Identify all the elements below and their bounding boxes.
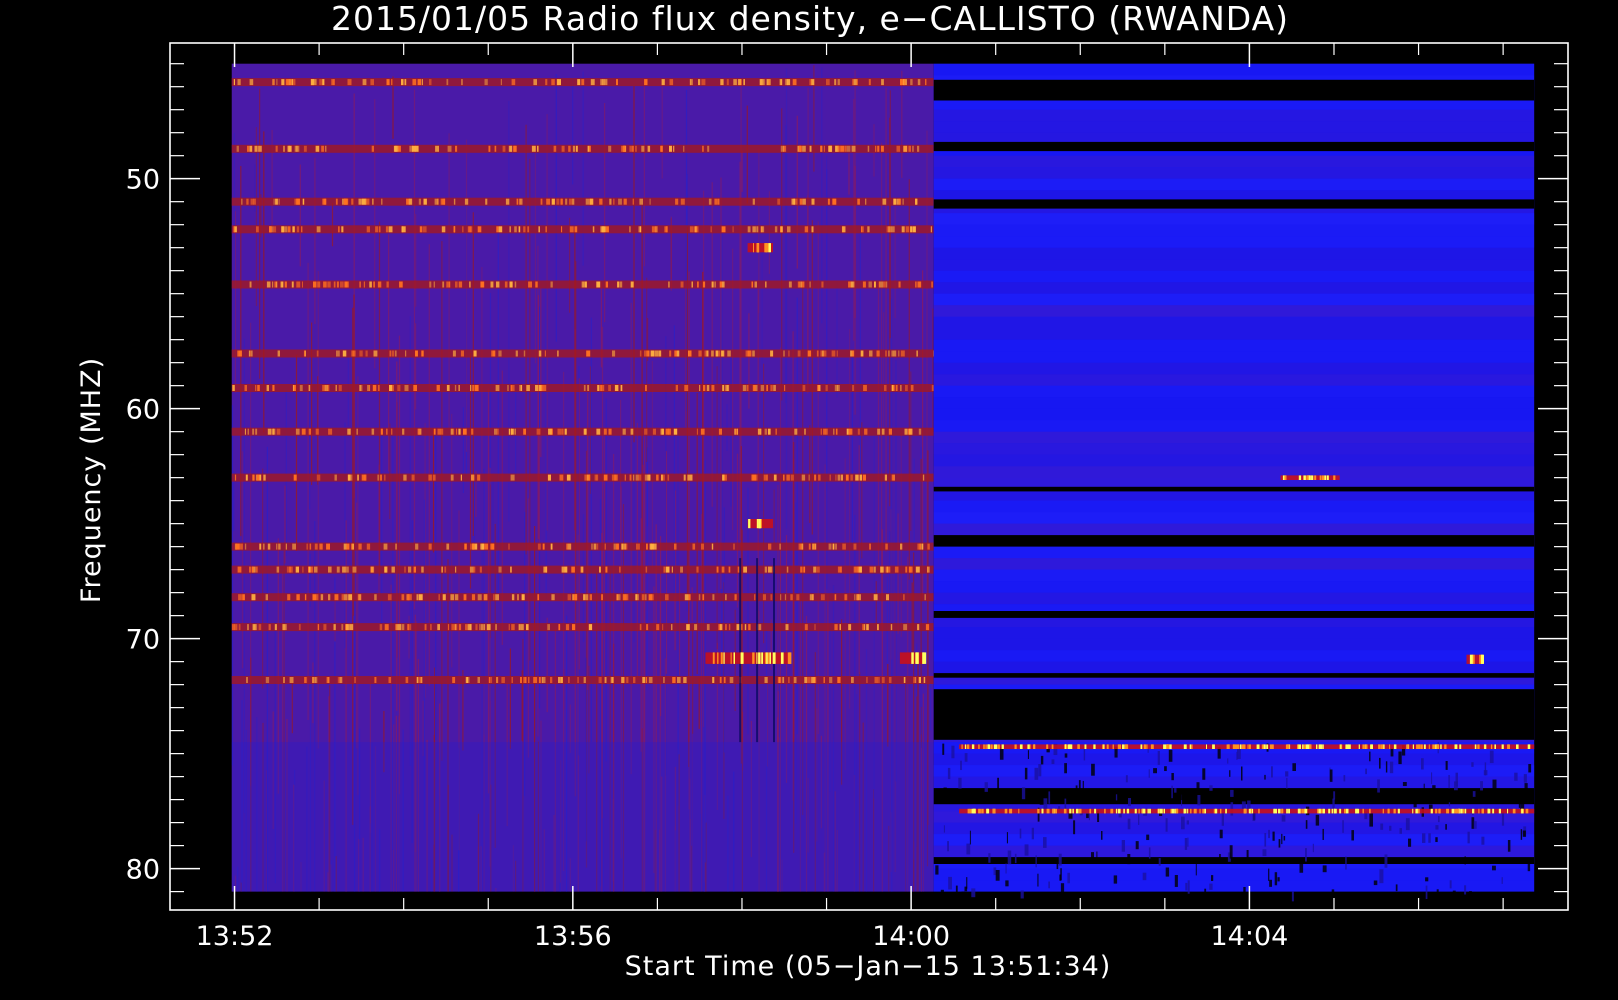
segment-1-band (231, 473, 934, 482)
segment-1-band (231, 565, 934, 574)
segment-1-band (231, 280, 934, 289)
segment-1-band (231, 197, 934, 206)
chart-title: 2015/01/05 Radio flux density, e−CALLIST… (331, 0, 1289, 38)
x-tick-label: 13:52 (196, 921, 274, 952)
segment-1-band (231, 542, 934, 551)
y-tick-label: 50 (126, 165, 160, 196)
x-axis-label: Start Time (05−Jan−15 13:51:34) (625, 951, 1112, 982)
segment-1-band (231, 144, 934, 153)
segment-2-dark-band (933, 689, 1535, 740)
x-tick-label: 14:04 (1211, 921, 1289, 952)
y-tick-label: 60 (126, 395, 160, 426)
segment-2-dark-band (933, 857, 1535, 864)
y-tick-label: 80 (126, 855, 160, 886)
y-axis-label: Frequency (MHZ) (76, 357, 107, 603)
segment-2-dark-band (933, 141, 1535, 152)
x-tick-label: 14:00 (872, 921, 950, 952)
segment-2-dark-band (933, 486, 1535, 492)
segment-1-band (231, 78, 934, 87)
y-tick-label: 70 (126, 625, 160, 656)
segment-2-dark-band (933, 673, 1535, 678)
segment-2-dark-band (933, 199, 1535, 209)
segment-1-band (231, 427, 934, 436)
segment-1-band (231, 225, 934, 234)
segment-1-band (231, 676, 934, 684)
spectrogram-chart: 2015/01/05 Radio flux density, e−CALLIST… (76, 0, 1569, 982)
hot-spot (959, 744, 1535, 749)
segment-1-band (231, 349, 937, 358)
segment-2-dark-band (933, 535, 1535, 547)
segment-1-band (231, 623, 934, 632)
segment-1-band (231, 593, 934, 602)
segment-2-dark-band (933, 79, 1535, 101)
heatmap-image (231, 63, 1535, 904)
segment-2-dark-band (933, 611, 1535, 618)
x-tick-label: 13:56 (534, 921, 612, 952)
segment-1-band (231, 384, 935, 392)
